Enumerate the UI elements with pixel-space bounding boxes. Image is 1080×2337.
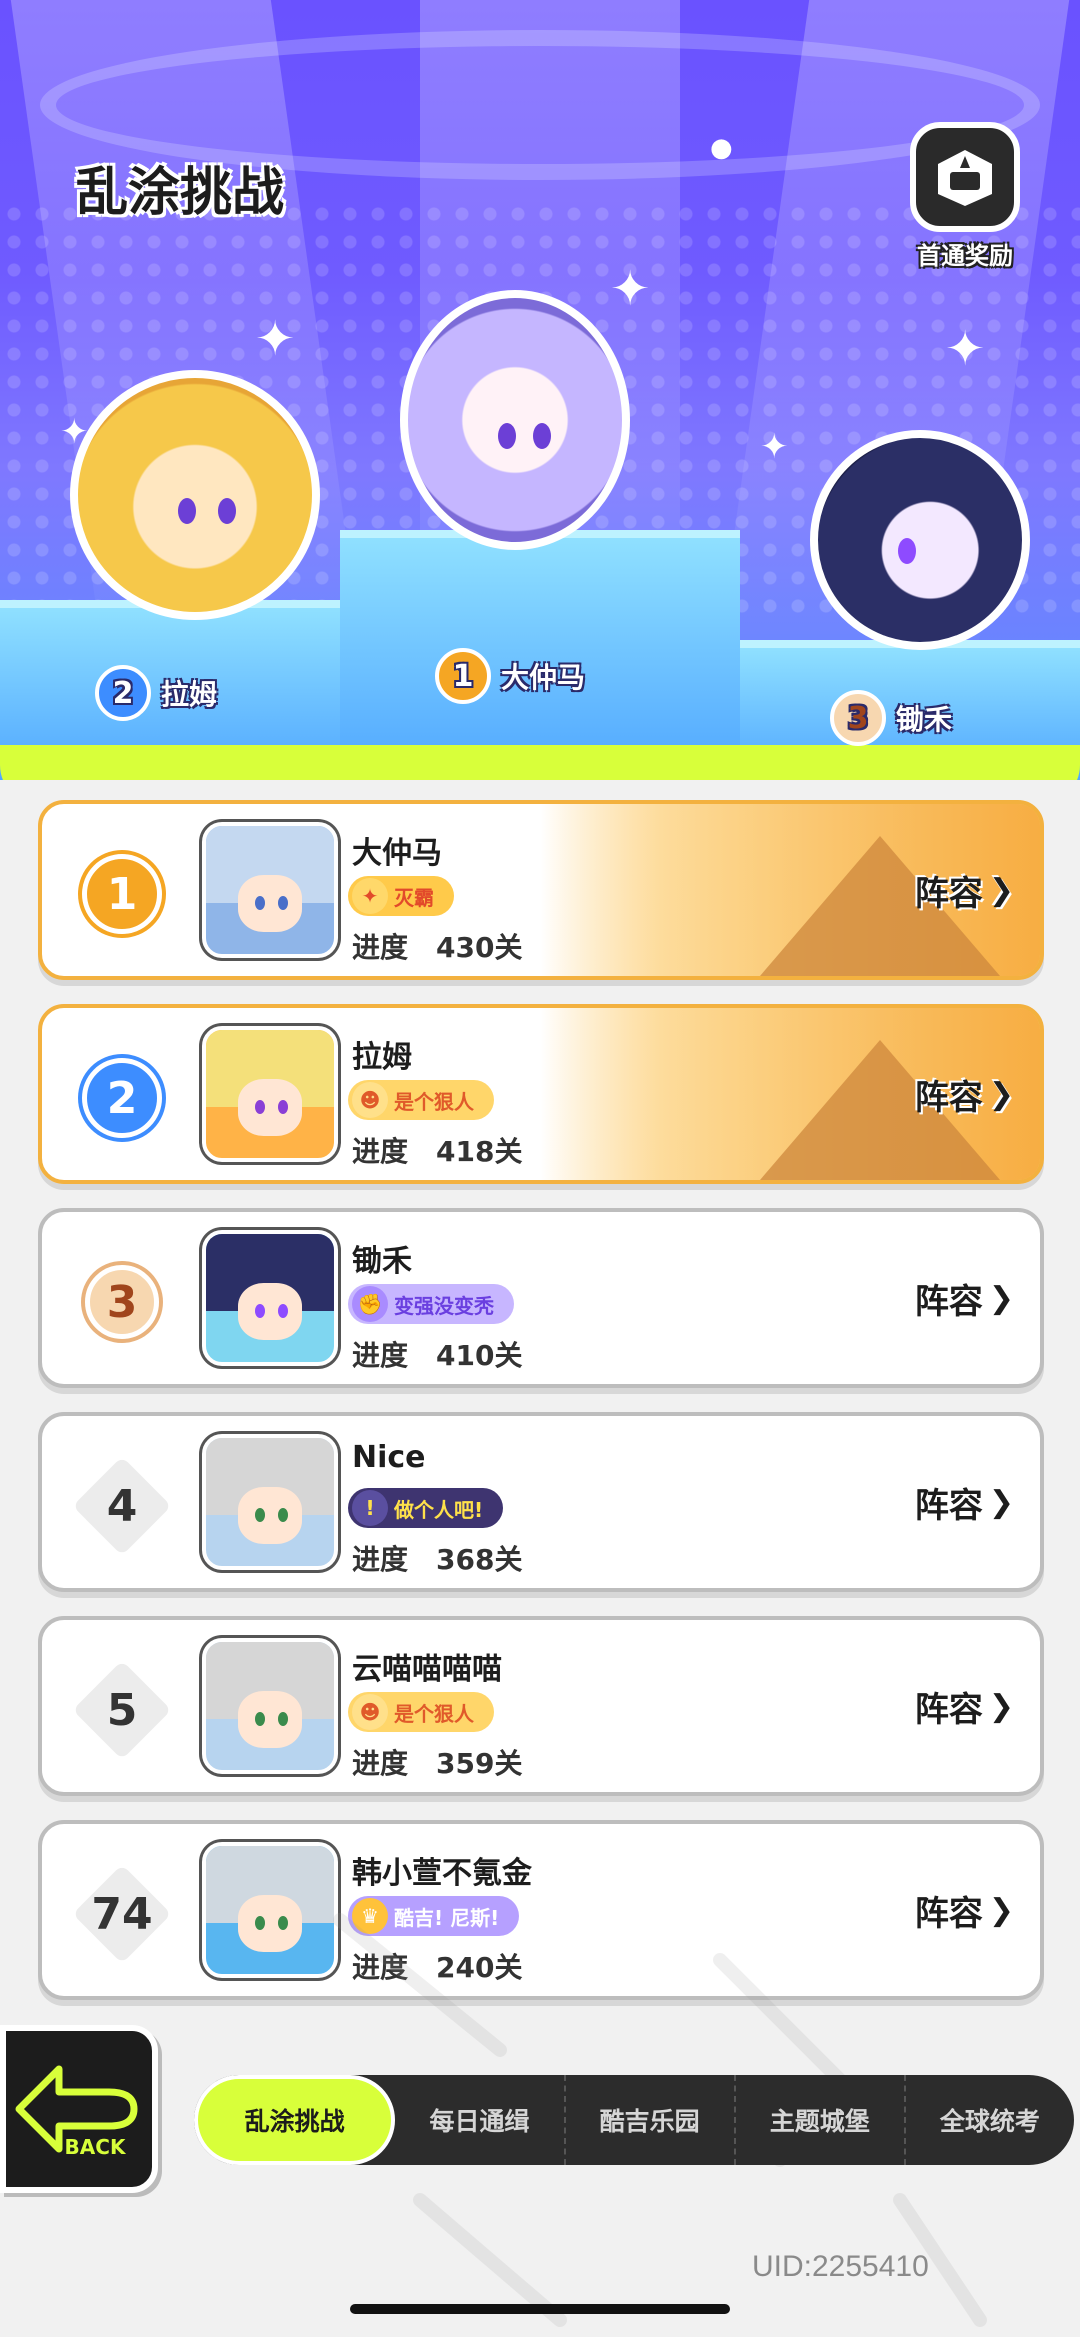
avatar (202, 1026, 338, 1162)
progress-value: 368关 (436, 1543, 523, 1576)
progress-row: 进度 368关 (352, 1538, 522, 1578)
player-name: 锄禾 (352, 1244, 412, 1279)
progress-row: 进度 410关 (352, 1334, 522, 1374)
chevron-right-icon: ❯ (988, 1689, 1014, 1724)
tab-doodle-challenge[interactable]: 乱涂挑战 (194, 2075, 396, 2165)
rank-number: 5 (72, 1660, 172, 1760)
avatar (202, 1638, 338, 1774)
podium-label-1: 1 大仲马 (435, 648, 585, 704)
sparkle-icon: ✦ (945, 321, 986, 377)
progress-value: 430关 (436, 931, 523, 964)
user-id: UID:2255410 (752, 2250, 929, 2283)
podium-stage: ✦ ✦ ✦ ✦ ✦ ● 2 拉姆 1 大仲马 3 锄禾 (0, 0, 1080, 780)
podium-character-3[interactable] (810, 430, 1030, 650)
rank-number: 3 (72, 1252, 172, 1352)
reward-label: 首通奖励 (917, 242, 1013, 270)
title-icon: ! (352, 1490, 388, 1526)
rank-row-3[interactable]: 3 锄禾 ✊ 变强没变秃 进度 410关 阵容 ❯ (38, 1208, 1044, 1388)
lineup-button[interactable]: 阵容 ❯ (915, 1682, 1014, 1731)
rank-number: 74 (72, 1864, 172, 1964)
back-label: BACK (65, 2135, 127, 2159)
podium-label-3: 3 锄禾 (830, 690, 952, 746)
lineup-button[interactable]: 阵容 ❯ (915, 866, 1014, 915)
player-name: Nice (352, 1440, 426, 1475)
rank-medal-icon: 2 (95, 665, 151, 721)
rank-medal-icon: 3 (830, 690, 886, 746)
podium-name: 大仲马 (501, 661, 586, 694)
rank-number: 4 (72, 1456, 172, 1556)
chevron-right-icon: ❯ (988, 1281, 1014, 1316)
sparkle-icon: ● (710, 133, 733, 163)
podium-name: 锄禾 (896, 703, 953, 736)
bottom-tab-bar: 乱涂挑战 每日通缉 酷吉乐园 主题城堡 全球统考 (194, 2075, 1074, 2165)
player-name: 拉姆 (352, 1040, 412, 1075)
progress-value: 410关 (436, 1339, 523, 1372)
podium-name: 拉姆 (161, 678, 218, 711)
tab-theme-castle[interactable]: 主题城堡 (736, 2075, 906, 2165)
avatar (202, 822, 338, 958)
player-name: 韩小萱不氪金 (352, 1856, 532, 1891)
title-tag: ☻ 是个狠人 (348, 1080, 494, 1120)
progress-value: 418关 (436, 1135, 523, 1168)
progress-row: 进度 359关 (352, 1742, 522, 1782)
player-name: 云喵喵喵喵 (352, 1652, 502, 1687)
title-tag: ! 做个人吧! (348, 1488, 504, 1528)
tab-kuji-park[interactable]: 酷吉乐园 (566, 2075, 736, 2165)
rank-number: 2 (72, 1048, 172, 1148)
chevron-right-icon: ❯ (988, 1077, 1014, 1112)
avatar (202, 1434, 338, 1570)
tab-daily-wanted[interactable]: 每日通缉 (395, 2075, 566, 2165)
rank-number: 1 (72, 844, 172, 944)
rank-medal-icon: 1 (435, 648, 491, 704)
page-title: 乱涂挑战 (76, 163, 285, 223)
chevron-right-icon: ❯ (988, 873, 1014, 908)
title-icon: ✊ (352, 1286, 388, 1322)
home-indicator[interactable] (350, 2304, 730, 2314)
chevron-right-icon: ❯ (988, 1485, 1014, 1520)
title-tag: ✦ 灭霸 (348, 876, 454, 916)
back-arrow-icon: BACK (15, 2065, 138, 2159)
rank-row-2[interactable]: 2 拉姆 ☻ 是个狠人 进度 418关 阵容 ❯ (38, 1004, 1044, 1184)
sparkle-icon: ✦ (255, 311, 296, 367)
podium-label-2: 2 拉姆 (95, 665, 217, 721)
avatar (202, 1230, 338, 1366)
rank-row-5[interactable]: 5 云喵喵喵喵 ☻ 是个狠人 进度 359关 阵容 ❯ (38, 1616, 1044, 1796)
reward-box-icon (910, 122, 1020, 232)
podium-character-2[interactable] (70, 370, 320, 620)
lineup-button[interactable]: 阵容 ❯ (915, 1070, 1014, 1119)
rank-row-1[interactable]: 1 大仲马 ✦ 灭霸 进度 430关 阵容 ❯ (38, 800, 1044, 980)
sparkle-icon: ✦ (760, 427, 789, 467)
progress-row: 进度 430关 (352, 926, 522, 966)
lineup-button[interactable]: 阵容 ❯ (915, 1274, 1014, 1323)
tab-global-exam[interactable]: 全球统考 (906, 2075, 1074, 2165)
title-tag: ☻ 是个狠人 (348, 1692, 494, 1732)
player-name: 大仲马 (352, 836, 442, 871)
slime-edge (0, 745, 1080, 780)
title-tag: ✊ 变强没变秃 (348, 1284, 514, 1324)
first-clear-reward-button[interactable]: 首通奖励 (900, 122, 1030, 271)
rank-row-4[interactable]: 4 Nice ! 做个人吧! 进度 368关 阵容 ❯ (38, 1412, 1044, 1592)
title-icon: ☻ (352, 1694, 388, 1730)
lineup-button[interactable]: 阵容 ❯ (915, 1478, 1014, 1527)
progress-value: 359关 (436, 1747, 523, 1780)
title-icon: ☻ (352, 1082, 388, 1118)
title-icon: ✦ (352, 878, 388, 914)
back-button[interactable]: BACK (0, 2025, 158, 2193)
podium-character-1[interactable] (400, 290, 630, 550)
progress-row: 进度 418关 (352, 1130, 522, 1170)
